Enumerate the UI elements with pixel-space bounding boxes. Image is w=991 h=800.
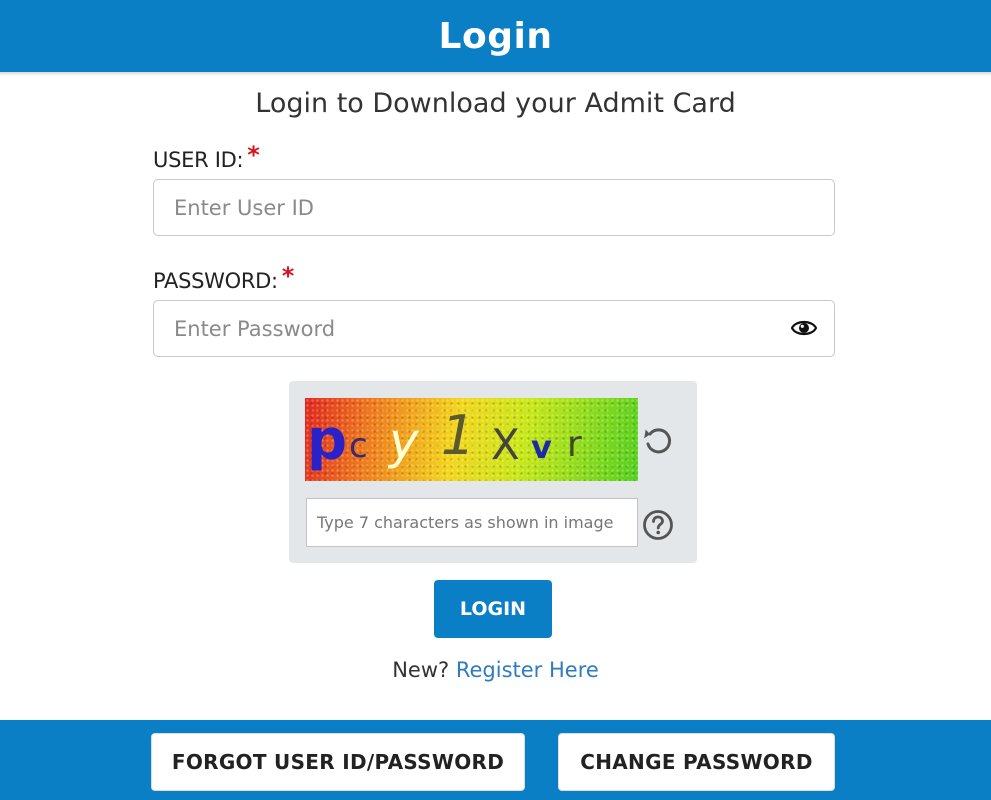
- captcha-input[interactable]: [306, 498, 638, 547]
- header-shadow: [0, 72, 991, 76]
- user-id-input[interactable]: [153, 179, 835, 236]
- register-link[interactable]: Register Here: [456, 658, 599, 682]
- form-subtitle: Login to Download your Admit Card: [255, 88, 736, 119]
- page-title: Login: [438, 15, 553, 57]
- password-input[interactable]: [153, 300, 835, 357]
- required-asterisk: *: [281, 262, 295, 290]
- eye-icon[interactable]: [791, 317, 817, 339]
- captcha-image: p c y 1 X v r: [305, 398, 638, 481]
- captcha-char: c: [349, 426, 368, 466]
- register-prefix: New?: [392, 658, 450, 682]
- captcha-char: 1: [441, 404, 476, 467]
- change-password-button[interactable]: CHANGE PASSWORD: [558, 733, 835, 791]
- question-circle-icon[interactable]: [642, 509, 674, 541]
- password-label-text: PASSWORD:: [153, 269, 278, 293]
- user-id-label: USER ID: *: [153, 141, 260, 172]
- forgot-credentials-button[interactable]: FORGOT USER ID/PASSWORD: [151, 733, 525, 791]
- captcha-char: r: [567, 424, 582, 465]
- required-asterisk: *: [247, 141, 260, 169]
- login-page: Login Login to Download your Admit Card …: [0, 0, 991, 800]
- captcha-char: v: [531, 428, 552, 466]
- register-line: New? Register Here: [0, 658, 991, 682]
- captcha-text: p c y 1 X v r: [305, 398, 638, 481]
- user-id-label-text: USER ID:: [153, 148, 244, 172]
- login-button[interactable]: LOGIN: [434, 580, 552, 638]
- password-label: PASSWORD: *: [153, 262, 294, 293]
- captcha-char: X: [491, 420, 520, 469]
- captcha-char: p: [307, 408, 348, 473]
- refresh-icon[interactable]: [641, 424, 675, 458]
- header-bar: Login: [0, 0, 991, 72]
- captcha-char: y: [389, 412, 419, 470]
